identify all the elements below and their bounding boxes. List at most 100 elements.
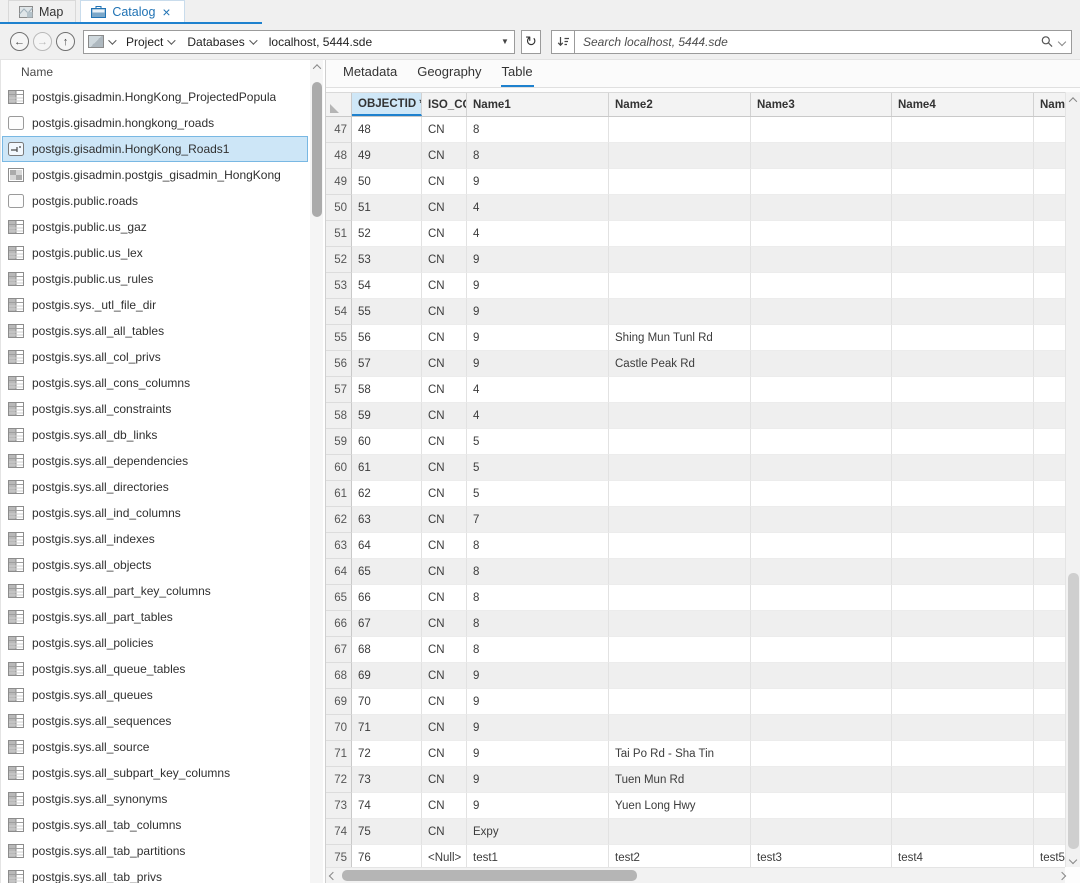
name3-cell[interactable] <box>751 819 892 845</box>
row-number-cell[interactable]: 54 <box>326 299 352 325</box>
name3-cell[interactable] <box>751 455 892 481</box>
name1-cell[interactable]: 9 <box>467 741 609 767</box>
name2-cell[interactable] <box>609 559 751 585</box>
iso-cc-cell[interactable]: CN <box>422 507 467 533</box>
name5-cell[interactable] <box>1034 611 1065 637</box>
name1-cell[interactable]: 8 <box>467 637 609 663</box>
iso-cc-cell[interactable]: CN <box>422 611 467 637</box>
iso-cc-cell[interactable]: CN <box>422 559 467 585</box>
sidebar-item[interactable]: postgis.sys.all_policies <box>2 630 308 656</box>
name4-cell[interactable] <box>892 611 1034 637</box>
column-header-name5[interactable]: Name5 <box>1034 93 1065 116</box>
name4-cell[interactable] <box>892 507 1034 533</box>
name1-cell[interactable]: 8 <box>467 611 609 637</box>
name5-cell[interactable] <box>1034 533 1065 559</box>
name3-cell[interactable] <box>751 585 892 611</box>
name2-cell[interactable] <box>609 455 751 481</box>
name4-cell[interactable] <box>892 585 1034 611</box>
row-number-cell[interactable]: 61 <box>326 481 352 507</box>
name4-cell[interactable] <box>892 741 1034 767</box>
sidebar-item[interactable]: postgis.sys.all_cons_columns <box>2 370 308 396</box>
objectid-cell[interactable]: 71 <box>352 715 422 741</box>
name3-cell[interactable] <box>751 117 892 143</box>
objectid-cell[interactable]: 58 <box>352 377 422 403</box>
name2-cell[interactable] <box>609 247 751 273</box>
name1-cell[interactable]: Expy <box>467 819 609 845</box>
row-number-cell[interactable]: 57 <box>326 377 352 403</box>
name4-cell[interactable] <box>892 169 1034 195</box>
row-number-cell[interactable]: 71 <box>326 741 352 767</box>
name5-cell[interactable] <box>1034 169 1065 195</box>
name5-cell[interactable]: test5 <box>1034 845 1065 867</box>
row-number-cell[interactable]: 74 <box>326 819 352 845</box>
iso-cc-cell[interactable]: CN <box>422 169 467 195</box>
name1-cell[interactable]: 8 <box>467 559 609 585</box>
name4-cell[interactable] <box>892 325 1034 351</box>
name2-cell[interactable] <box>609 611 751 637</box>
name3-cell[interactable] <box>751 351 892 377</box>
name3-cell[interactable] <box>751 377 892 403</box>
sidebar-item[interactable]: postgis.sys.all_directories <box>2 474 308 500</box>
row-number-cell[interactable]: 75 <box>326 845 352 867</box>
tab-catalog[interactable]: Catalog × <box>80 0 184 22</box>
name1-cell[interactable]: 9 <box>467 689 609 715</box>
sidebar-item[interactable]: postgis.sys.all_objects <box>2 552 308 578</box>
name5-cell[interactable] <box>1034 559 1065 585</box>
name5-cell[interactable] <box>1034 403 1065 429</box>
name3-cell[interactable] <box>751 481 892 507</box>
sidebar-item[interactable]: postgis.sys.all_dependencies <box>2 448 308 474</box>
name5-cell[interactable] <box>1034 117 1065 143</box>
name4-cell[interactable] <box>892 533 1034 559</box>
name4-cell[interactable] <box>892 403 1034 429</box>
objectid-cell[interactable]: 63 <box>352 507 422 533</box>
row-number-cell[interactable]: 53 <box>326 273 352 299</box>
sidebar-item[interactable]: postgis.public.us_lex <box>2 240 308 266</box>
name4-cell[interactable] <box>892 429 1034 455</box>
column-header-name4[interactable]: Name4 <box>892 93 1034 116</box>
name5-cell[interactable] <box>1034 481 1065 507</box>
name4-cell[interactable] <box>892 663 1034 689</box>
table-vscroll-thumb[interactable] <box>1068 573 1079 850</box>
name2-cell[interactable] <box>609 429 751 455</box>
name1-cell[interactable]: 8 <box>467 117 609 143</box>
iso-cc-cell[interactable]: CN <box>422 143 467 169</box>
scroll-left-icon[interactable] <box>326 873 340 879</box>
objectid-cell[interactable]: 61 <box>352 455 422 481</box>
sidebar-item[interactable]: postgis.sys._utl_file_dir <box>2 292 308 318</box>
row-number-cell[interactable]: 51 <box>326 221 352 247</box>
name4-cell[interactable] <box>892 247 1034 273</box>
name1-cell[interactable]: 5 <box>467 455 609 481</box>
name2-cell[interactable] <box>609 637 751 663</box>
name1-cell[interactable]: 9 <box>467 273 609 299</box>
name3-cell[interactable] <box>751 169 892 195</box>
objectid-cell[interactable]: 53 <box>352 247 422 273</box>
name1-cell[interactable]: test1 <box>467 845 609 867</box>
row-number-cell[interactable]: 49 <box>326 169 352 195</box>
column-header-name2[interactable]: Name2 <box>609 93 751 116</box>
iso-cc-cell[interactable]: CN <box>422 429 467 455</box>
name5-cell[interactable] <box>1034 663 1065 689</box>
iso-cc-cell[interactable]: CN <box>422 351 467 377</box>
objectid-cell[interactable]: 49 <box>352 143 422 169</box>
sidebar-item[interactable]: postgis.sys.all_all_tables <box>2 318 308 344</box>
name5-cell[interactable] <box>1034 767 1065 793</box>
name2-cell[interactable] <box>609 377 751 403</box>
sidebar-item[interactable]: postgis.sys.all_part_key_columns <box>2 578 308 604</box>
name5-cell[interactable] <box>1034 351 1065 377</box>
name5-cell[interactable] <box>1034 273 1065 299</box>
iso-cc-cell[interactable]: CN <box>422 585 467 611</box>
objectid-cell[interactable]: 55 <box>352 299 422 325</box>
name4-cell[interactable] <box>892 481 1034 507</box>
row-number-cell[interactable]: 58 <box>326 403 352 429</box>
row-number-cell[interactable]: 73 <box>326 793 352 819</box>
row-number-cell[interactable]: 59 <box>326 429 352 455</box>
search-options-chevron-icon[interactable] <box>1058 37 1066 45</box>
name3-cell[interactable] <box>751 637 892 663</box>
name2-cell[interactable]: Shing Mun Tunl Rd <box>609 325 751 351</box>
table-vertical-scrollbar[interactable] <box>1065 92 1080 867</box>
sidebar-item[interactable]: postgis.sys.all_ind_columns <box>2 500 308 526</box>
iso-cc-cell[interactable]: CN <box>422 325 467 351</box>
scroll-up-icon[interactable] <box>310 60 323 74</box>
name5-cell[interactable] <box>1034 715 1065 741</box>
iso-cc-cell[interactable]: CN <box>422 819 467 845</box>
